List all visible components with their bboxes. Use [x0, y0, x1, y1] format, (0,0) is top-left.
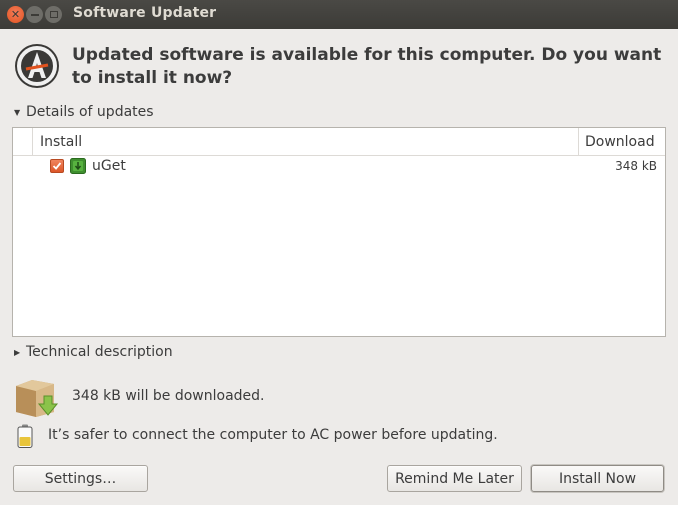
- battery-icon: [17, 424, 33, 448]
- maximize-icon[interactable]: [45, 6, 62, 23]
- collapsed-triangle-icon: ▶: [14, 347, 21, 357]
- title-bar: ✕ Software Updater: [0, 0, 678, 29]
- download-box-icon: [14, 378, 60, 418]
- settings-button[interactable]: Settings…: [13, 465, 148, 492]
- package-icon: [70, 158, 86, 174]
- package-size: 348 kB: [615, 159, 657, 173]
- package-name: uGet: [92, 158, 126, 174]
- updates-list[interactable]: Install Download uGet 348 kB: [12, 127, 666, 337]
- download-size-text: 348 kB will be downloaded.: [72, 388, 265, 404]
- table-row[interactable]: uGet 348 kB: [13, 156, 665, 178]
- minimize-icon[interactable]: [26, 6, 43, 23]
- expanded-triangle-icon: ▼: [14, 107, 21, 117]
- check-icon: [52, 162, 62, 170]
- list-header: Install Download: [13, 128, 665, 156]
- power-warning-text: It’s safer to connect the computer to AC…: [48, 427, 498, 443]
- technical-expander-label: Technical description: [26, 344, 173, 360]
- technical-description-expander[interactable]: ▶ Technical description: [14, 344, 173, 360]
- close-icon[interactable]: ✕: [7, 6, 24, 23]
- column-download[interactable]: Download: [579, 128, 665, 155]
- install-now-button[interactable]: Install Now: [531, 465, 664, 492]
- install-checkbox[interactable]: [50, 159, 64, 173]
- details-expander-label: Details of updates: [26, 104, 154, 120]
- software-updater-icon: [14, 43, 60, 89]
- update-message: Updated software is available for this c…: [72, 45, 662, 88]
- column-install[interactable]: Install: [32, 128, 579, 155]
- details-expander[interactable]: ▼ Details of updates: [14, 104, 154, 120]
- window-title: Software Updater: [73, 5, 217, 21]
- remind-me-later-button[interactable]: Remind Me Later: [387, 465, 522, 492]
